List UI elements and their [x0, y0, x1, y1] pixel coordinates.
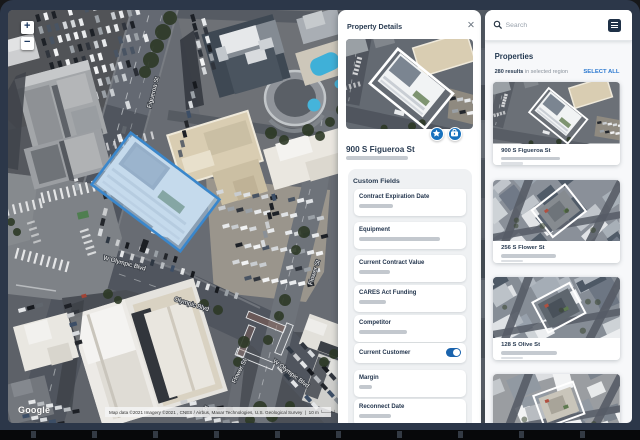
- svg-text:Google: Google: [18, 405, 50, 415]
- svg-text:Map data ©2021 Imagery ©2021 ,: Map data ©2021 Imagery ©2021 , CNES / Ai…: [109, 409, 336, 415]
